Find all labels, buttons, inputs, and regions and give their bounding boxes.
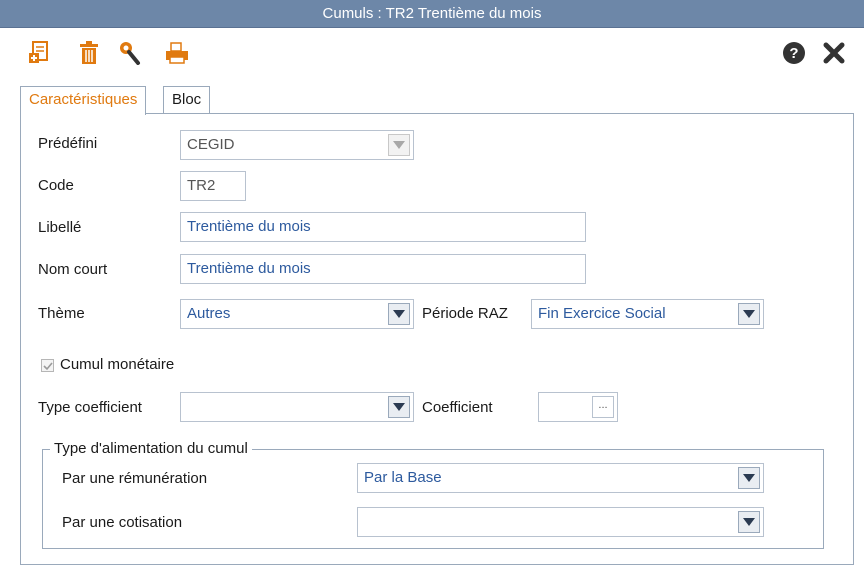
- par-remuneration-value: Par la Base: [364, 469, 442, 486]
- toolbar: ?: [0, 28, 864, 78]
- chevron-down-icon[interactable]: [738, 511, 760, 533]
- coefficient-field[interactable]: ...: [538, 392, 618, 422]
- predefini-select[interactable]: CEGID: [180, 130, 414, 160]
- type-coefficient-label: Type coefficient: [38, 399, 142, 416]
- help-icon[interactable]: ?: [781, 40, 807, 66]
- predefini-label: Prédéfini: [38, 135, 98, 152]
- theme-value: Autres: [187, 305, 231, 322]
- nom-court-label: Nom court: [38, 261, 108, 278]
- chevron-down-icon[interactable]: [388, 134, 410, 156]
- nom-court-field[interactable]: Trentième du mois: [180, 254, 586, 284]
- theme-select[interactable]: Autres: [180, 299, 414, 329]
- close-icon[interactable]: [821, 40, 847, 66]
- libelle-label: Libellé: [38, 219, 82, 236]
- libelle-field[interactable]: Trentième du mois: [180, 212, 586, 242]
- par-cotisation-select[interactable]: [357, 507, 764, 537]
- new-document-icon[interactable]: [26, 40, 52, 66]
- predefini-value: CEGID: [187, 136, 235, 153]
- cumul-monetaire-label: Cumul monétaire: [60, 356, 175, 373]
- periode-raz-label: Période RAZ: [422, 305, 508, 322]
- code-field[interactable]: TR2: [180, 171, 246, 201]
- cumul-monetaire-checkbox[interactable]: [41, 359, 54, 372]
- tab-caracteristiques[interactable]: Caractéristiques: [20, 86, 147, 115]
- alimentation-group-title: Type d'alimentation du cumul: [50, 440, 252, 457]
- print-icon[interactable]: [164, 40, 190, 66]
- wrench-icon[interactable]: [117, 40, 143, 66]
- periode-raz-value: Fin Exercice Social: [538, 305, 666, 322]
- trash-icon[interactable]: [76, 40, 102, 66]
- tab-bloc-note[interactable]: Bloc note: [163, 86, 211, 134]
- chevron-down-icon[interactable]: [388, 396, 410, 418]
- par-cotisation-label: Par une cotisation: [62, 514, 183, 531]
- ellipsis-button[interactable]: ...: [592, 396, 614, 418]
- coefficient-label: Coefficient: [422, 399, 493, 416]
- chevron-down-icon[interactable]: [738, 303, 760, 325]
- chevron-down-icon[interactable]: [388, 303, 410, 325]
- window-title: Cumuls : TR2 Trentième du mois: [0, 0, 864, 28]
- checkmark-icon: [42, 361, 53, 370]
- par-remuneration-select[interactable]: Par la Base: [357, 463, 764, 493]
- code-label: Code: [38, 177, 74, 194]
- par-remuneration-label: Par une rémunération: [62, 470, 208, 487]
- chevron-down-icon[interactable]: [738, 467, 760, 489]
- svg-text:?: ?: [789, 45, 798, 62]
- theme-label: Thème: [38, 305, 85, 322]
- periode-raz-select[interactable]: Fin Exercice Social: [531, 299, 764, 329]
- type-coefficient-select[interactable]: [180, 392, 414, 422]
